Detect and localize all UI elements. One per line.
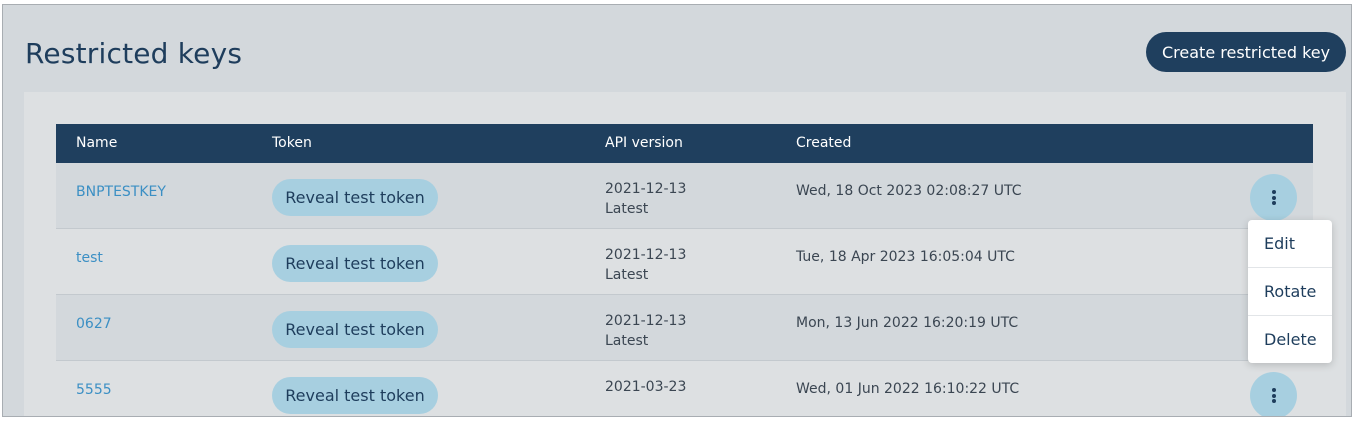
api-version-cell: 2021-12-13 Latest bbox=[605, 179, 686, 219]
restricted-keys-panel: Restricted keys Create restricted key Na… bbox=[2, 4, 1352, 417]
table-header: Name Token API version Created bbox=[56, 124, 1313, 163]
api-version-value: 2021-12-13 bbox=[605, 313, 687, 329]
key-name-link[interactable]: BNPTESTKEY bbox=[76, 184, 166, 200]
reveal-token-button[interactable]: Reveal test token bbox=[272, 179, 438, 216]
api-version-note: Latest bbox=[605, 333, 649, 349]
api-version-note: Latest bbox=[605, 201, 649, 217]
menu-item-delete[interactable]: Delete bbox=[1248, 316, 1332, 363]
api-version-note: Latest bbox=[605, 267, 649, 283]
reveal-token-button[interactable]: Reveal test token bbox=[272, 245, 438, 282]
table-row: 0627 Reveal test token 2021-12-13 Latest… bbox=[56, 295, 1313, 361]
column-header-api-version: API version bbox=[605, 135, 683, 151]
page-title: Restricted keys bbox=[25, 37, 243, 70]
kebab-menu-icon bbox=[1271, 387, 1276, 405]
create-restricted-key-button[interactable]: Create restricted key bbox=[1146, 32, 1347, 72]
key-name-link[interactable]: 0627 bbox=[76, 316, 112, 332]
key-name-link[interactable]: test bbox=[76, 250, 103, 266]
reveal-token-button[interactable]: Reveal test token bbox=[272, 377, 438, 414]
table-row: 5555 Reveal test token 2021-03-23 Wed, 0… bbox=[56, 361, 1313, 416]
row-actions-button[interactable] bbox=[1250, 372, 1297, 416]
keys-table: Name Token API version Created BNPTESTKE… bbox=[56, 124, 1313, 416]
api-version-cell: 2021-12-13 Latest bbox=[605, 245, 686, 285]
table-row: test Reveal test token 2021-12-13 Latest… bbox=[56, 229, 1313, 295]
row-actions-button[interactable] bbox=[1250, 174, 1297, 221]
created-date: Mon, 13 Jun 2022 16:20:19 UTC bbox=[796, 315, 1019, 331]
api-version-cell: 2021-03-23 bbox=[605, 377, 686, 397]
api-version-value: 2021-12-13 bbox=[605, 247, 687, 263]
api-version-cell: 2021-12-13 Latest bbox=[605, 311, 686, 351]
api-version-value: 2021-03-23 bbox=[605, 379, 687, 395]
created-date: Tue, 18 Apr 2023 16:05:04 UTC bbox=[796, 249, 1015, 265]
created-date: Wed, 01 Jun 2022 16:10:22 UTC bbox=[796, 381, 1020, 397]
column-header-token: Token bbox=[272, 135, 312, 151]
kebab-menu-icon bbox=[1271, 189, 1276, 207]
reveal-token-button[interactable]: Reveal test token bbox=[272, 311, 438, 348]
column-header-created: Created bbox=[796, 135, 852, 151]
menu-item-edit[interactable]: Edit bbox=[1248, 220, 1332, 268]
row-actions-menu: Edit Rotate Delete bbox=[1248, 220, 1332, 363]
column-header-name: Name bbox=[76, 135, 118, 151]
menu-item-rotate[interactable]: Rotate bbox=[1248, 268, 1332, 316]
created-date: Wed, 18 Oct 2023 02:08:27 UTC bbox=[796, 183, 1022, 199]
api-version-value: 2021-12-13 bbox=[605, 181, 687, 197]
table-row: BNPTESTKEY Reveal test token 2021-12-13 … bbox=[56, 163, 1313, 229]
keys-card: Name Token API version Created BNPTESTKE… bbox=[24, 92, 1346, 416]
table-body: BNPTESTKEY Reveal test token 2021-12-13 … bbox=[56, 163, 1313, 416]
key-name-link[interactable]: 5555 bbox=[76, 382, 112, 398]
